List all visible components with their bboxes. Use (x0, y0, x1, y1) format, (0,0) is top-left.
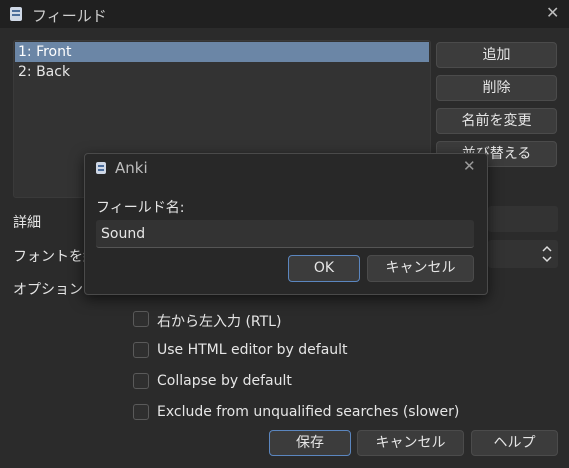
spin-arrows-icon[interactable] (540, 240, 554, 270)
save-button[interactable]: 保存 (269, 430, 351, 456)
field-name-input[interactable]: Sound (96, 220, 474, 248)
html-editor-label: Use HTML editor by default (157, 342, 348, 358)
field-item-front[interactable]: 1: Front (15, 42, 429, 62)
collapse-label: Collapse by default (157, 373, 292, 389)
close-icon[interactable]: ✕ (463, 157, 476, 175)
anki-icon (95, 161, 107, 175)
collapse-checkbox[interactable] (133, 373, 149, 389)
ok-button[interactable]: OK (288, 255, 360, 282)
exclude-search-label: Exclude from unqualified searches (slowe… (157, 404, 460, 420)
field-item-back[interactable]: 2: Back (15, 62, 429, 82)
description-input[interactable] (488, 206, 558, 232)
rtl-checkbox[interactable] (133, 311, 149, 327)
delete-button[interactable]: 削除 (436, 75, 557, 101)
rename-dialog: Anki ✕ フィールド名: Sound OK キャンセル (84, 153, 488, 295)
dialog-cancel-button[interactable]: キャンセル (367, 255, 474, 282)
help-button[interactable]: ヘルプ (471, 430, 558, 456)
field-name-label: フィールド名: (96, 200, 185, 216)
anki-icon (9, 6, 23, 22)
options-label: オプション (13, 282, 83, 298)
rename-button[interactable]: 名前を変更 (436, 108, 557, 134)
dialog-title: Anki (115, 159, 148, 177)
window-title: フィールド (32, 7, 107, 25)
close-icon[interactable]: ✕ (546, 3, 559, 22)
html-editor-checkbox[interactable] (133, 342, 149, 358)
cancel-button[interactable]: キャンセル (357, 430, 464, 456)
description-label: 詳細 (13, 215, 41, 231)
rtl-label: 右から左入力 (RTL) (157, 314, 282, 330)
add-button[interactable]: 追加 (436, 42, 557, 68)
exclude-search-checkbox[interactable] (133, 404, 149, 420)
